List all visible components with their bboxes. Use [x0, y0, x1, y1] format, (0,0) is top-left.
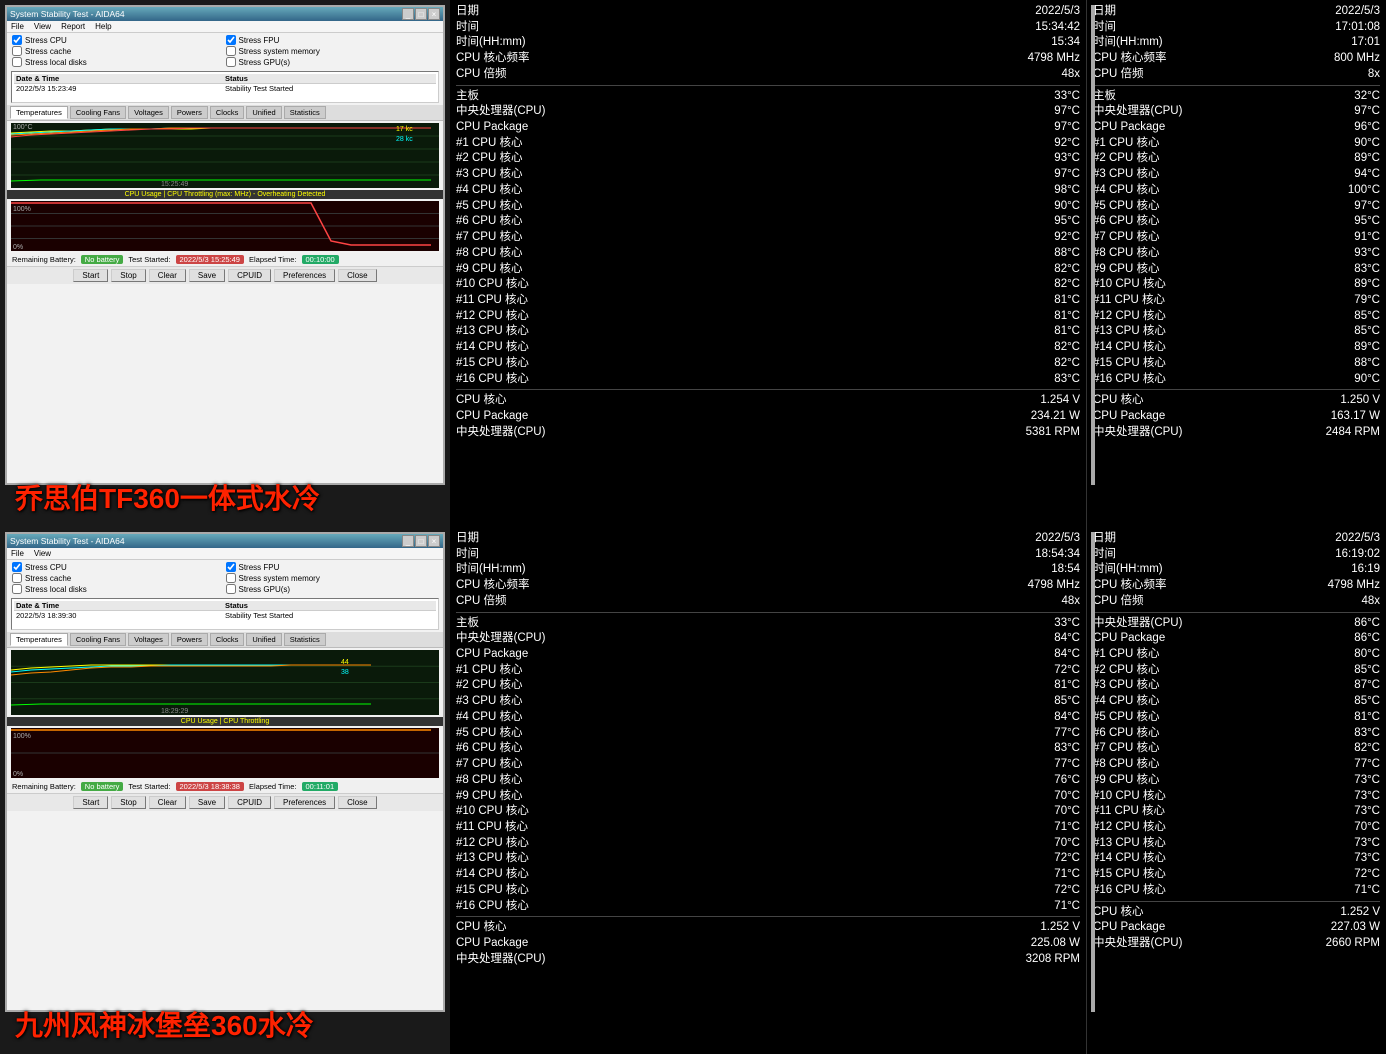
label-tl: 乔思伯TF360一体式水冷: [15, 477, 320, 517]
data-panel-top: 日期 2022/5/3 时间 15:34:42 时间(HH:mm) 15:34 …: [450, 0, 1086, 527]
svg-text:38: 38: [341, 669, 349, 676]
win-controls-tl[interactable]: _ □ ×: [402, 8, 440, 20]
clear-btn-tl[interactable]: Clear: [149, 269, 186, 282]
data-row-cpu-pkg: CPU Package 97°C: [456, 120, 1080, 135]
quadrant-bottom-center: 日期2022/5/3 时间18:54:34 时间(HH:mm)18:54 CPU…: [450, 527, 1086, 1054]
svg-text:100%: 100%: [13, 206, 31, 213]
quadrant-bottom-right: System Stability Test - AIDA64 _ □ × Fil…: [1086, 527, 1386, 1054]
start-btn-tl[interactable]: Start: [73, 269, 108, 282]
win-battery-tl: Remaining Battery: No battery Test Start…: [7, 253, 443, 266]
data-row-cpumult: CPU 倍频 48x: [456, 67, 1080, 82]
data-row-cpu-temp: 中央处理器(CPU) 97°C: [456, 104, 1080, 119]
win-checks-tl: Stress CPU Stress FPU Stress cache Stres…: [7, 33, 443, 69]
win-menu-tl: FileViewReportHelp: [7, 21, 443, 33]
save-btn-tl[interactable]: Save: [189, 269, 225, 282]
quadrant-top-left: System Stability Test - AIDA64 _ □ × Fil…: [0, 0, 450, 527]
svg-text:28 kc: 28 kc: [396, 136, 413, 143]
data-panel-top-right: 日期2022/5/3 时间17:01:08 时间(HH:mm)17:01 CPU…: [1086, 0, 1386, 527]
stop-btn-tl[interactable]: Stop: [111, 269, 145, 282]
aida-window-bl: System Stability Test - AIDA64 _ □ × Fil…: [5, 532, 445, 1012]
win-tabs-tl: Temperatures Cooling Fans Voltages Power…: [7, 105, 443, 121]
data-row-cpufreq: CPU 核心频率 4798 MHz: [456, 51, 1080, 66]
svg-text:15:25:49: 15:25:49: [161, 181, 188, 188]
quadrant-top-right: System Stability Test - AIDA64 _ □ × Fil…: [1086, 0, 1386, 527]
svg-text:44: 44: [341, 659, 349, 666]
win-close-tl[interactable]: ×: [428, 8, 440, 20]
aida-window-br: System Stability Test - AIDA64 _ □ × Fil…: [1091, 532, 1095, 1012]
aida-window-tl: System Stability Test - AIDA64 _ □ × Fil…: [5, 5, 445, 485]
win-maximize-tl[interactable]: □: [415, 8, 427, 20]
quadrant-top-center: 日期 2022/5/3 时间 15:34:42 时间(HH:mm) 15:34 …: [450, 0, 1086, 527]
data-row-mb: 主板 33°C: [456, 89, 1080, 104]
data-panel-bottom-right: 日期2022/5/3 时间16:19:02 时间(HH:mm)16:19 CPU…: [1086, 527, 1386, 1054]
svg-text:0%: 0%: [13, 244, 23, 251]
cpuid-btn-tl[interactable]: CPUID: [228, 269, 271, 282]
win-log-tl: Date & TimeStatus 2022/5/3 15:23:49Stabi…: [11, 71, 439, 103]
svg-text:0%: 0%: [13, 771, 23, 778]
quadrant-bottom-left: System Stability Test - AIDA64 _ □ × Fil…: [0, 527, 450, 1054]
aida-window-tr: System Stability Test - AIDA64 _ □ × Fil…: [1091, 5, 1095, 485]
win-title-tl: System Stability Test - AIDA64 _ □ ×: [7, 7, 443, 21]
graph-hdr-tl: CPU Usage | CPU Throttling (max: MHz) - …: [7, 190, 443, 199]
graph-temp-tl: 100°C 0°C: [11, 123, 439, 188]
svg-text:17 kc: 17 kc: [396, 126, 413, 133]
graph-cpu-tl: 100% 0%: [11, 201, 439, 251]
svg-text:100%: 100%: [13, 733, 31, 740]
win-title-tr: System Stability Test - AIDA64 _ □ ×: [1093, 7, 1095, 49]
svg-text:18:29:29: 18:29:29: [161, 708, 188, 715]
data-row-hhmm: 时间(HH:mm) 15:34: [456, 35, 1080, 50]
close-btn-tl[interactable]: Close: [338, 269, 376, 282]
data-panel-bottom: 日期2022/5/3 时间18:54:34 时间(HH:mm)18:54 CPU…: [450, 527, 1086, 1054]
data-row-time: 时间 15:34:42: [456, 20, 1080, 35]
pref-btn-tl[interactable]: Preferences: [274, 269, 335, 282]
win-footer-tl: Start Stop Clear Save CPUID Preferences …: [7, 266, 443, 284]
label-bl: 九州风神冰堡垒360水冷: [15, 1004, 314, 1044]
win-minimize-tl[interactable]: _: [402, 8, 414, 20]
win-title-text-tl: System Stability Test - AIDA64: [10, 9, 125, 19]
data-row-date: 日期 2022/5/3: [456, 4, 1080, 19]
